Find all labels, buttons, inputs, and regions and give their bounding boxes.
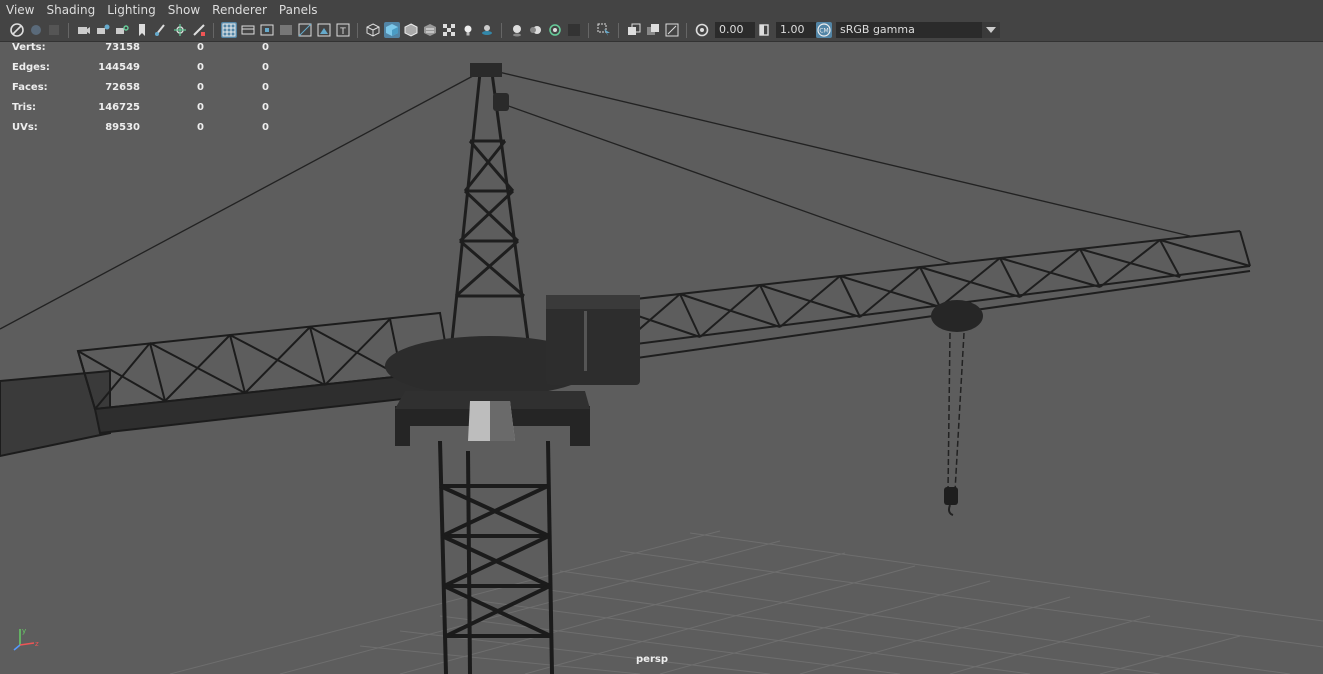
operator-cab	[546, 295, 640, 385]
pen-icon[interactable]	[191, 22, 207, 38]
hud-row-tris: Tris: 146725 0 0	[12, 102, 269, 113]
image-plane-icon[interactable]	[172, 22, 188, 38]
svg-text:T: T	[339, 27, 346, 37]
safe-action-icon[interactable]	[316, 22, 332, 38]
square-dim-icon[interactable]	[46, 22, 62, 38]
chevron-down-icon	[982, 22, 1000, 38]
grease-pencil-icon[interactable]	[152, 22, 168, 38]
depth-of-field-icon[interactable]	[566, 22, 582, 38]
wireframe-icon[interactable]	[365, 22, 381, 38]
hud-row-verts: Verts: 73158 0 0	[12, 42, 269, 53]
poly-count-hud: Verts: 73158 0 0 Edges: 144549 0 0 Faces…	[12, 41, 272, 141]
svg-text:CM: CM	[819, 28, 828, 35]
lower-mast	[438, 440, 554, 674]
bookmark-icon[interactable]	[134, 22, 150, 38]
exposure-icon[interactable]	[694, 22, 710, 38]
camera-name-label: persp	[636, 654, 668, 665]
anti-aliasing-icon[interactable]	[547, 22, 563, 38]
sphere-dim-icon[interactable]	[28, 22, 44, 38]
panel-toolbar: T 0.00 1.00 CM sRGB gamma	[0, 20, 1323, 42]
menu-view[interactable]: View	[0, 0, 40, 20]
isolate-select-icon[interactable]	[596, 22, 612, 38]
no-entry-icon[interactable]	[9, 22, 25, 38]
gamma-icon[interactable]	[756, 22, 772, 38]
panel-menubar: View Shading Lighting Show Renderer Pane…	[0, 0, 1323, 20]
exposure-field[interactable]: 0.00	[715, 22, 755, 38]
svg-text:z: z	[35, 640, 39, 648]
3d-viewport[interactable]: Verts: 73158 0 0 Edges: 144549 0 0 Faces…	[0, 41, 1323, 674]
shadows-icon[interactable]	[479, 22, 495, 38]
svg-text:y: y	[22, 627, 26, 635]
gate-mask-icon[interactable]	[278, 22, 294, 38]
film-gate-icon[interactable]	[240, 22, 256, 38]
grid-icon[interactable]	[221, 22, 237, 38]
tower-top	[450, 72, 530, 342]
color-management-icon[interactable]: CM	[816, 22, 832, 38]
menu-lighting[interactable]: Lighting	[101, 0, 162, 20]
wireframe-on-shaded-icon[interactable]	[403, 22, 419, 38]
color-space-value: sRGB gamma	[840, 23, 915, 36]
ground-grid	[169, 530, 1323, 674]
color-space-dropdown[interactable]: sRGB gamma	[836, 22, 1000, 38]
camera-lock-icon[interactable]	[114, 22, 130, 38]
menu-show[interactable]: Show	[162, 0, 206, 20]
safe-title-icon[interactable]: T	[335, 22, 351, 38]
peak-pulley	[493, 93, 509, 111]
select-camera-icon[interactable]	[76, 22, 92, 38]
field-chart-icon[interactable]	[297, 22, 313, 38]
counter-jib	[0, 311, 457, 458]
hud-row-faces: Faces: 72658 0 0	[12, 82, 269, 93]
trolley-hook	[931, 300, 983, 516]
xray-components-icon[interactable]	[664, 22, 680, 38]
menu-shading[interactable]: Shading	[40, 0, 101, 20]
camera-attributes-icon[interactable]	[95, 22, 111, 38]
motion-blur-icon[interactable]	[528, 22, 544, 38]
lights-icon[interactable]	[460, 22, 476, 38]
textured-icon[interactable]	[422, 22, 438, 38]
xray-joints-icon[interactable]	[645, 22, 661, 38]
menu-renderer[interactable]: Renderer	[206, 0, 273, 20]
gamma-field[interactable]: 1.00	[776, 22, 816, 38]
resolution-gate-icon[interactable]	[259, 22, 275, 38]
ambient-occlusion-icon[interactable]	[509, 22, 525, 38]
tower-peak	[470, 63, 502, 77]
smooth-shade-icon[interactable]	[384, 22, 400, 38]
maya-viewport-panel: View Shading Lighting Show Renderer Pane…	[0, 0, 1323, 674]
main-jib	[599, 230, 1251, 360]
hud-row-uvs: UVs: 89530 0 0	[12, 122, 269, 133]
hud-row-edges: Edges: 144549 0 0	[12, 62, 269, 73]
menu-panels[interactable]: Panels	[273, 0, 324, 20]
axis-gizmo-icon: y z	[13, 627, 39, 651]
xray-icon[interactable]	[626, 22, 642, 38]
checker-icon[interactable]	[441, 22, 457, 38]
